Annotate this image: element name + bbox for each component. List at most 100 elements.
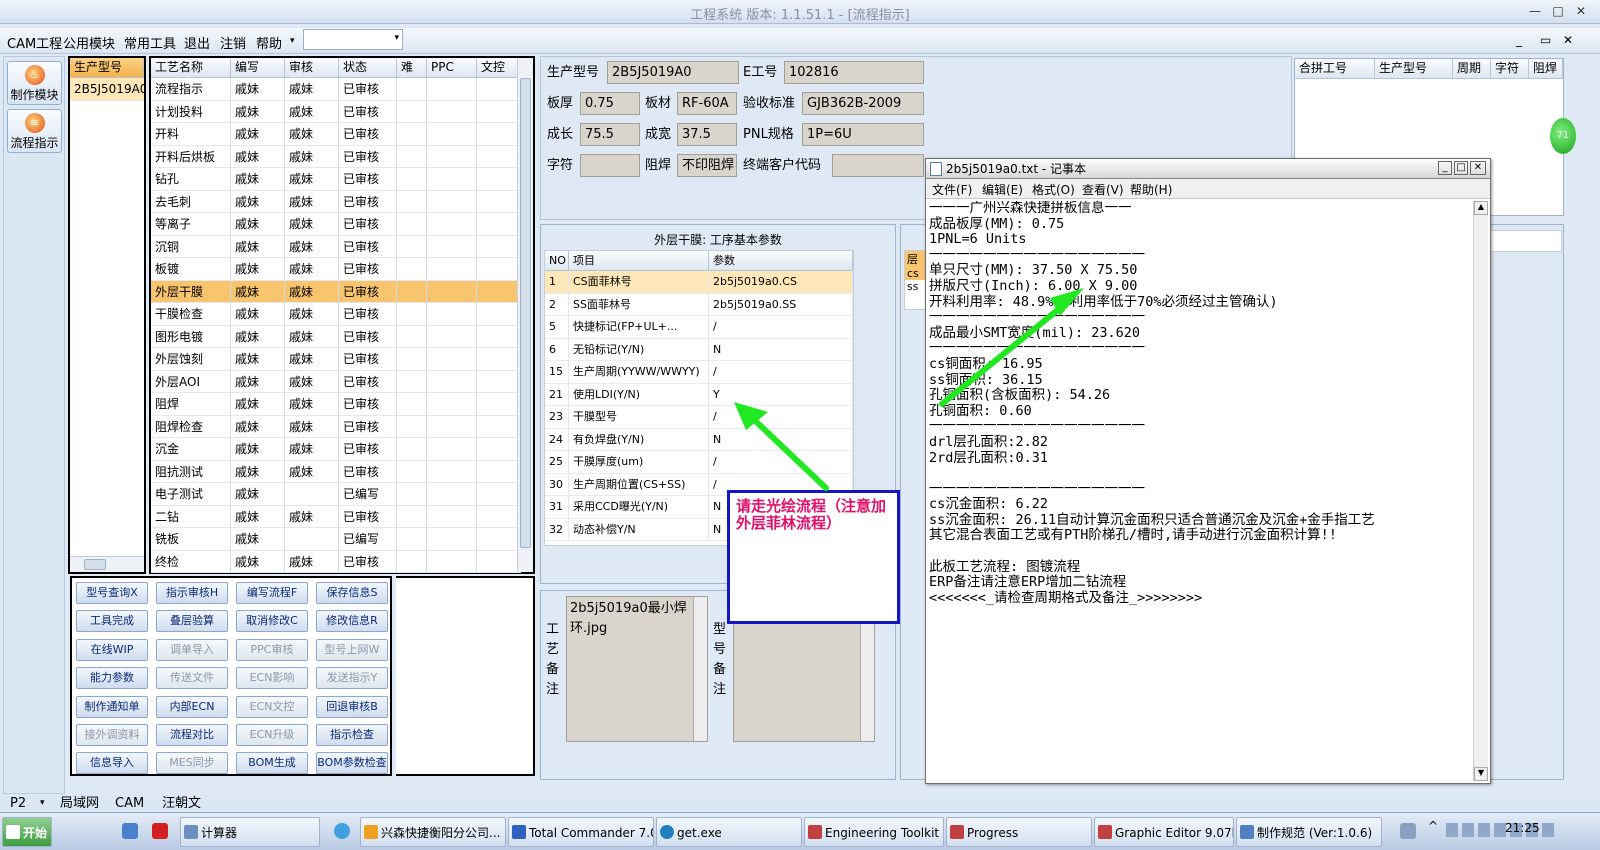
col-combine-no[interactable]: 合拼工号: [1295, 59, 1375, 79]
scroll-up-icon[interactable]: ▲: [1474, 201, 1488, 215]
process-cell[interactable]: [397, 190, 427, 213]
start-button[interactable]: 开始: [2, 817, 52, 847]
tab-user[interactable]: 汪朝文: [162, 795, 201, 812]
width-field[interactable]: 37.5: [677, 123, 737, 146]
process-cell[interactable]: 戚妹: [231, 123, 285, 146]
help-dropdown-icon[interactable]: ▾: [290, 36, 295, 46]
process-cell[interactable]: 已审核: [339, 123, 397, 146]
notepad-minimize-icon[interactable]: _: [1438, 161, 1452, 175]
params-cell[interactable]: 使用LDI(Y/N): [569, 383, 709, 406]
params-cell[interactable]: /: [709, 451, 853, 474]
params-cell[interactable]: 干膜厚度(um): [569, 451, 709, 474]
process-cell[interactable]: 已审核: [339, 438, 397, 461]
action-button[interactable]: ECN升级: [236, 724, 308, 746]
process-cell[interactable]: 已审核: [339, 168, 397, 191]
process-cell[interactable]: 钻孔: [151, 168, 231, 191]
process-cell[interactable]: [477, 460, 521, 483]
process-cell[interactable]: [477, 438, 521, 461]
make-module-button[interactable]: ♨ 制作模块: [7, 61, 62, 105]
process-cell[interactable]: 阻抗测试: [151, 460, 231, 483]
process-cell[interactable]: 已审核: [339, 393, 397, 416]
length-field[interactable]: 75.5: [580, 123, 640, 146]
process-cell[interactable]: [397, 213, 427, 236]
process-cell[interactable]: 戚妹: [285, 145, 339, 168]
process-cell[interactable]: 戚妹: [231, 348, 285, 371]
action-button[interactable]: 接外调资料: [76, 724, 148, 746]
process-cell[interactable]: [397, 528, 427, 551]
process-cell[interactable]: 已审核: [339, 145, 397, 168]
process-cell[interactable]: 流程指示: [151, 78, 231, 101]
task-progress[interactable]: Progress: [946, 817, 1092, 847]
action-button[interactable]: 回退审核B: [316, 695, 388, 718]
process-cell[interactable]: 戚妹: [285, 460, 339, 483]
process-cell[interactable]: [397, 438, 427, 461]
process-cell[interactable]: [427, 505, 477, 528]
params-cell[interactable]: 2b5j5019a0.SS: [709, 293, 853, 316]
action-button[interactable]: BOM生成: [236, 752, 308, 775]
notepad-maximize-icon[interactable]: □: [1454, 161, 1468, 175]
desktop-icon[interactable]: [122, 823, 138, 839]
task-spec[interactable]: 制作规范 (Ver:1.0.6): [1236, 817, 1382, 847]
process-cell[interactable]: [477, 213, 521, 236]
action-button[interactable]: 传送文件: [156, 667, 228, 690]
params-cell[interactable]: N: [709, 428, 853, 451]
process-cell[interactable]: 戚妹: [285, 348, 339, 371]
process-col-header[interactable]: 文控: [477, 58, 521, 78]
process-cell[interactable]: 戚妹: [231, 483, 285, 506]
process-remark-text[interactable]: 2b5j5019a0最小焊环.jpg: [566, 596, 708, 742]
process-col-header[interactable]: 编写: [231, 58, 285, 78]
process-cell[interactable]: [477, 528, 521, 551]
process-cell[interactable]: 戚妹: [285, 190, 339, 213]
process-cell[interactable]: 已审核: [339, 348, 397, 371]
process-cell[interactable]: [477, 550, 521, 573]
process-cell[interactable]: 终检: [151, 550, 231, 573]
tab-cam[interactable]: CAM: [115, 795, 144, 812]
process-cell[interactable]: [397, 348, 427, 371]
model-hscroll[interactable]: [70, 556, 144, 572]
process-cell[interactable]: [397, 460, 427, 483]
action-button[interactable]: 指示检查: [316, 724, 388, 746]
customer-code-field[interactable]: [832, 154, 924, 177]
action-button[interactable]: 流程对比: [156, 724, 228, 746]
process-cell[interactable]: 电子测试: [151, 483, 231, 506]
task-calculator[interactable]: 计算器: [180, 817, 320, 847]
process-cell[interactable]: [427, 213, 477, 236]
tab-lan[interactable]: 局域网: [60, 795, 99, 812]
process-cell[interactable]: 戚妹: [231, 370, 285, 393]
action-button[interactable]: ECN影响: [236, 667, 308, 690]
process-cell[interactable]: [427, 100, 477, 123]
action-button[interactable]: PPC审核: [236, 638, 308, 661]
process-cell[interactable]: [477, 190, 521, 213]
params-cell[interactable]: 生产周期位置(CS+SS): [569, 473, 709, 496]
params-cell[interactable]: 快捷标记(FP+UL+...: [569, 316, 709, 339]
process-cell[interactable]: 戚妹: [285, 415, 339, 438]
process-cell[interactable]: 戚妹: [231, 438, 285, 461]
process-cell[interactable]: 干膜检查: [151, 303, 231, 326]
process-cell[interactable]: [427, 438, 477, 461]
page-selector[interactable]: P2: [10, 795, 26, 812]
process-cell[interactable]: 已审核: [339, 415, 397, 438]
process-cell[interactable]: [397, 370, 427, 393]
process-cell[interactable]: 已编写: [339, 483, 397, 506]
process-cell[interactable]: [427, 415, 477, 438]
params-cell[interactable]: 5: [545, 316, 569, 339]
params-cell[interactable]: 30: [545, 473, 569, 496]
process-cell[interactable]: [285, 483, 339, 506]
action-button[interactable]: ECN文控: [236, 695, 308, 718]
process-cell[interactable]: [477, 280, 521, 303]
process-cell[interactable]: [477, 100, 521, 123]
process-cell[interactable]: 已审核: [339, 258, 397, 281]
params-cell[interactable]: 有负焊盘(Y/N): [569, 428, 709, 451]
notepad-menu-format[interactable]: 格式(O): [1032, 181, 1075, 198]
layer-tab-cs[interactable]: cs: [905, 267, 925, 280]
process-cell[interactable]: [477, 78, 521, 101]
process-vscroll[interactable]: [517, 58, 533, 572]
process-cell[interactable]: 戚妹: [285, 168, 339, 191]
params-cell[interactable]: 23: [545, 406, 569, 429]
action-button[interactable]: 叠层验算: [156, 610, 228, 633]
process-cell[interactable]: [397, 550, 427, 573]
process-cell[interactable]: [397, 325, 427, 348]
action-button[interactable]: 制作通知单: [76, 695, 148, 718]
process-cell[interactable]: [427, 123, 477, 146]
process-cell[interactable]: [477, 145, 521, 168]
